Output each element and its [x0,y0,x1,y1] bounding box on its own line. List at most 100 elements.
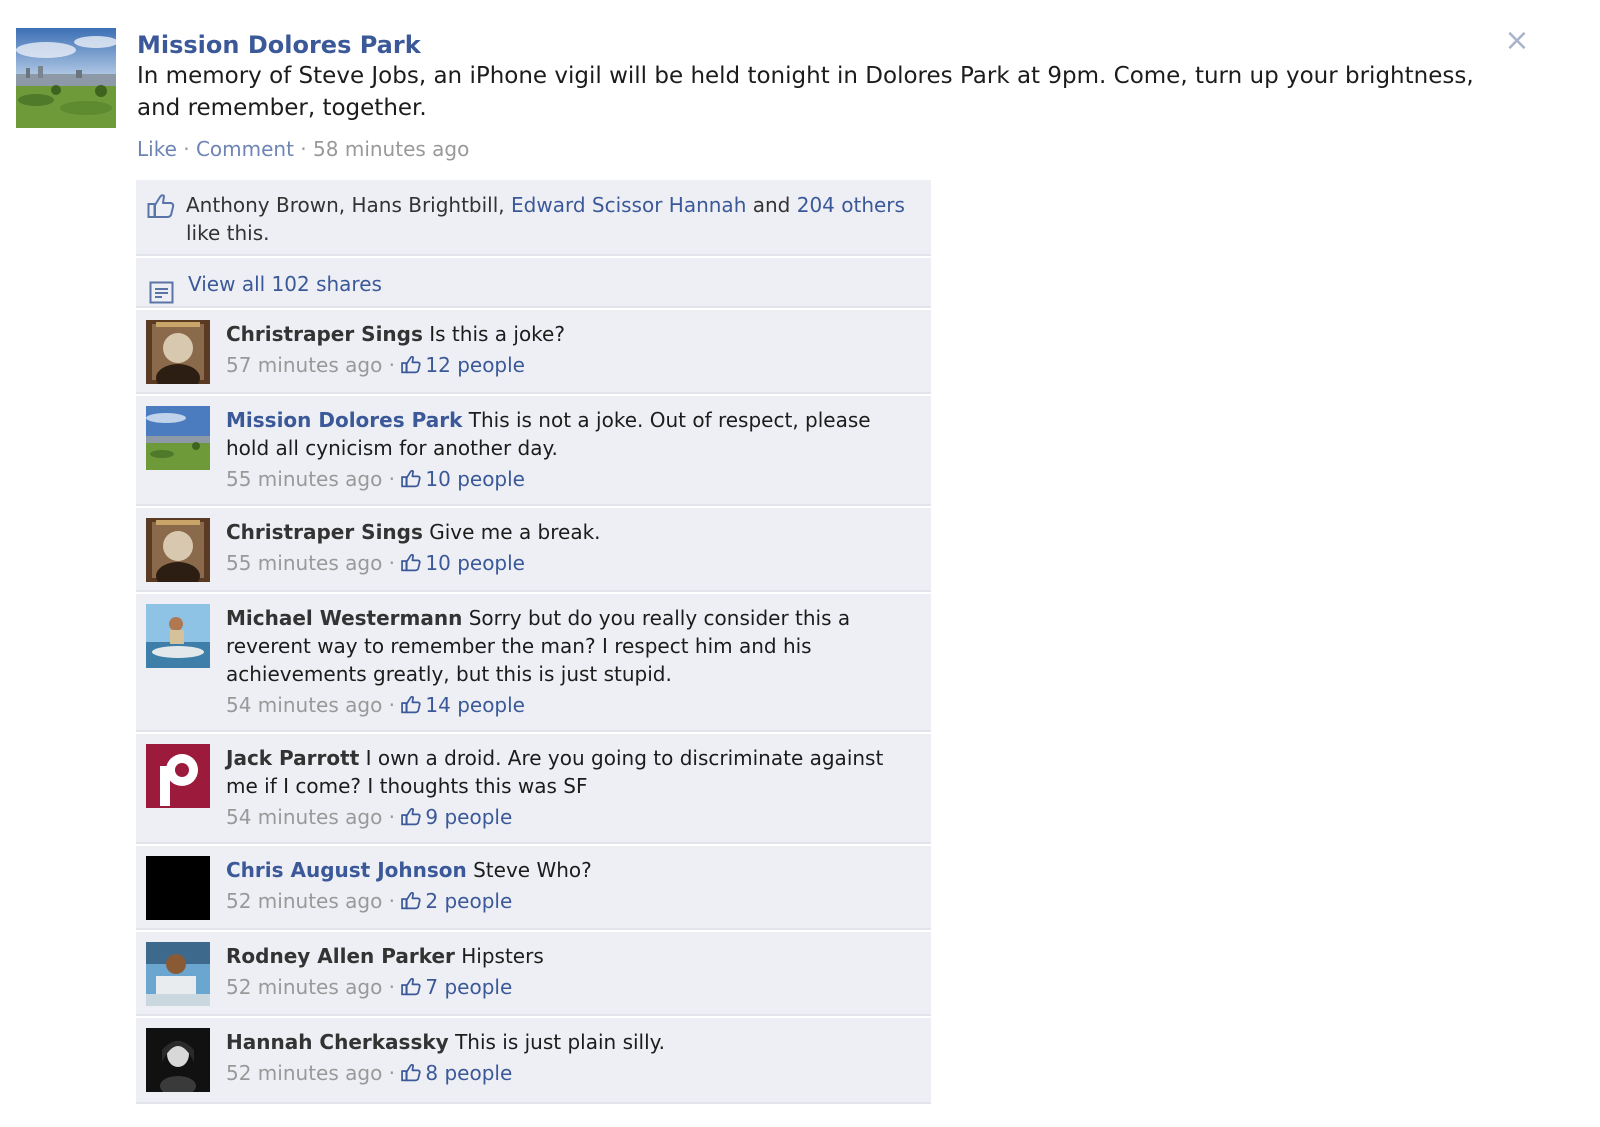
likes-sentence: Anthony Brown, Hans Brightbill, Edward S… [136,180,931,256]
comment-meta: 54 minutes ago · 14 people [226,690,906,722]
separator: · [293,137,314,161]
commenter-avatar[interactable] [146,320,210,384]
separator: · [176,137,196,161]
commenter-avatar[interactable] [146,744,210,808]
comment-body: Chris August Johnson Steve Who? 52 minut… [226,856,906,918]
comment-timestamp[interactable]: 57 minutes ago [226,353,382,377]
commenter-name[interactable]: Michael Westermann [226,606,462,630]
comment-item: Hannah Cherkassky This is just plain sil… [136,1016,931,1104]
comment-timestamp[interactable]: 54 minutes ago [226,805,382,829]
comment-item: Chris August Johnson Steve Who? 52 minut… [136,844,931,930]
comment-likes-link[interactable]: 2 people [401,889,512,913]
comment-body: Rodney Allen Parker Hipsters 52 minutes … [226,942,906,1004]
comment-item: Christraper Sings Is this a joke? 57 min… [136,308,931,394]
story-actions: Like · Comment · 58 minutes ago [137,136,1487,162]
comment-body: Hannah Cherkassky This is just plain sil… [226,1028,906,1090]
comment-item: Christraper Sings Give me a break. 55 mi… [136,506,931,592]
commenter-name[interactable]: Mission Dolores Park [226,408,462,432]
comment-item: Michael Westermann Sorry but do you real… [136,592,931,732]
separator: · [382,889,402,913]
comment-likes-count: 9 people [425,805,513,829]
separator: · [382,551,402,575]
comment-text: Steve Who? [473,858,592,882]
comment-meta: 54 minutes ago · 9 people [226,802,906,834]
thumbs-up-icon [401,804,421,834]
like-suffix: like this. [186,221,270,245]
separator: · [382,353,402,377]
close-icon[interactable]: × [1500,24,1534,58]
commenter-avatar[interactable] [146,518,210,582]
thumbs-up-icon [401,352,421,382]
comment-likes-link[interactable]: 7 people [401,975,512,999]
commenter-avatar[interactable] [146,1028,210,1092]
commenter-name[interactable]: Christraper Sings [226,520,423,544]
commenter-avatar[interactable] [146,406,210,470]
thumbs-up-icon [401,550,421,580]
others-link[interactable]: 204 others [797,193,905,217]
comment-meta: 55 minutes ago · 10 people [226,464,906,496]
comment-likes-count: 14 people [425,693,525,717]
view-shares-link[interactable]: View all 102 shares [188,272,382,296]
commenter-name[interactable]: Chris August Johnson [226,858,467,882]
separator: · [382,805,402,829]
liker-link[interactable]: Edward Scissor Hannah [511,193,746,217]
comment-timestamp[interactable]: 54 minutes ago [226,693,382,717]
thumbs-up-icon [401,466,421,496]
comment-body: Christraper Sings Give me a break. 55 mi… [226,518,906,580]
separator: · [382,1061,402,1085]
comment-link[interactable]: Comment [196,137,294,161]
comment-likes-count: 10 people [425,551,525,575]
comment-meta: 55 minutes ago · 10 people [226,548,906,580]
thumbs-up-icon [401,888,421,918]
story-timestamp[interactable]: 58 minutes ago [313,137,469,161]
feedback-section: Anthony Brown, Hans Brightbill, Edward S… [136,180,931,1104]
comment-likes-link[interactable]: 12 people [401,353,525,377]
commenter-avatar[interactable] [146,604,210,668]
liker-names: Anthony Brown, Hans Brightbill, [186,193,512,217]
separator: · [382,693,402,717]
comment-likes-link[interactable]: 10 people [401,467,525,491]
thumbs-up-icon [147,193,175,226]
comment-likes-count: 8 people [425,1061,513,1085]
comment-meta: 52 minutes ago · 2 people [226,886,906,918]
commenter-avatar[interactable] [146,856,210,920]
page-name-link[interactable]: Mission Dolores Park [137,28,1487,62]
comment-item: Rodney Allen Parker Hipsters 52 minutes … [136,930,931,1016]
comment-likes-count: 10 people [425,467,525,491]
commenter-avatar[interactable] [146,942,210,1006]
comment-text: Give me a break. [429,520,601,544]
story-header: Mission Dolores Park In memory of Steve … [137,28,1487,162]
thumbs-up-icon [401,692,421,722]
comment-timestamp[interactable]: 55 minutes ago [226,467,382,491]
like-link[interactable]: Like [137,137,177,161]
commenter-name[interactable]: Rodney Allen Parker [226,944,455,968]
commenter-name[interactable]: Jack Parrott [226,746,359,770]
comment-text: This is just plain silly. [455,1030,666,1054]
thumbs-up-icon [401,974,421,1004]
commenter-name[interactable]: Hannah Cherkassky [226,1030,449,1054]
story-message: In memory of Steve Jobs, an iPhone vigil… [137,63,1474,121]
page-avatar[interactable] [16,28,116,128]
comment-likes-link[interactable]: 14 people [401,693,525,717]
comment-likes-link[interactable]: 9 people [401,805,512,829]
comment-body: Mission Dolores Park This is not a joke.… [226,406,906,496]
comment-item: Mission Dolores Park This is not a joke.… [136,394,931,506]
comment-body: Christraper Sings Is this a joke? 57 min… [226,320,906,382]
comment-timestamp[interactable]: 52 minutes ago [226,889,382,913]
comment-timestamp[interactable]: 52 minutes ago [226,1061,382,1085]
comment-body: Michael Westermann Sorry but do you real… [226,604,906,722]
comment-likes-link[interactable]: 8 people [401,1061,512,1085]
comment-text: Is this a joke? [429,322,565,346]
thumbs-up-icon [401,1060,421,1090]
separator: · [382,467,402,491]
comment-meta: 52 minutes ago · 8 people [226,1058,906,1090]
comment-likes-count: 2 people [425,889,513,913]
commenter-name[interactable]: Christraper Sings [226,322,423,346]
comment-item: Jack Parrott I own a droid. Are you goin… [136,732,931,844]
comment-likes-link[interactable]: 10 people [401,551,525,575]
comment-text: Hipsters [461,944,544,968]
comment-timestamp[interactable]: 52 minutes ago [226,975,382,999]
comment-timestamp[interactable]: 55 minutes ago [226,551,382,575]
shares-row[interactable]: View all 102 shares [136,256,931,308]
and-text: and [746,193,797,217]
